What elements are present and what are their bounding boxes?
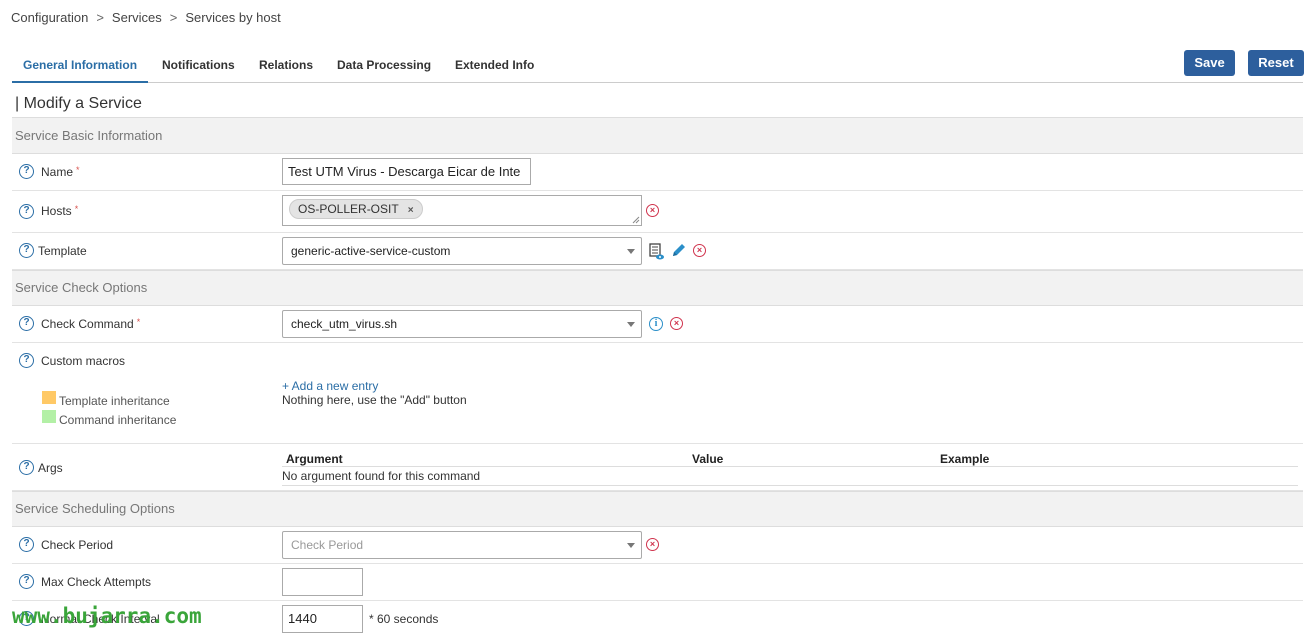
template-select[interactable]: generic-active-service-custom xyxy=(282,237,642,265)
row-args: ? Args Argument Value Example No argumen… xyxy=(12,444,1303,491)
chip-remove-icon[interactable]: × xyxy=(408,205,414,216)
chevron-down-icon xyxy=(627,543,635,548)
hosts-label: Hosts * xyxy=(41,204,79,218)
section-header-check: Service Check Options xyxy=(12,270,1303,306)
args-header-divider xyxy=(282,466,1298,467)
tab-notifications[interactable]: Notifications xyxy=(162,58,235,72)
command-inheritance-swatch xyxy=(42,410,56,423)
check-command-select-value: check_utm_virus.sh xyxy=(291,317,398,331)
row-template: ? Template generic-active-service-custom… xyxy=(12,233,1303,270)
row-check-command: ? Check Command * check_utm_virus.sh i × xyxy=(12,306,1303,343)
help-icon[interactable]: ? xyxy=(19,204,34,219)
tab-general-information[interactable]: General Information xyxy=(23,58,137,72)
custom-macros-empty-text: Nothing here, use the "Add" button xyxy=(282,393,467,407)
hosts-multiselect[interactable]: OS-POLLER-OSIT × xyxy=(282,195,642,226)
normal-check-interval-unit: * 60 seconds xyxy=(369,612,439,626)
template-inheritance-legend: Template inheritance xyxy=(59,394,170,408)
custom-macros-label: Custom macros xyxy=(41,354,126,368)
chevron-down-icon xyxy=(627,249,635,254)
args-empty-text: No argument found for this command xyxy=(282,469,481,483)
check-period-placeholder: Check Period xyxy=(291,538,364,552)
host-chip: OS-POLLER-OSIT × xyxy=(289,199,423,219)
breadcrumb: Configuration > Services > Services by host xyxy=(11,10,281,25)
section-header-basic: Service Basic Information xyxy=(12,117,1303,154)
reset-button[interactable]: Reset xyxy=(1248,50,1304,76)
help-icon[interactable]: ? xyxy=(19,316,34,331)
page-title: | Modify a Service xyxy=(15,95,142,112)
template-select-value: generic-active-service-custom xyxy=(291,244,451,258)
check-command-label: Check Command * xyxy=(41,317,141,331)
add-new-entry-link[interactable]: + Add a new entry xyxy=(282,379,378,393)
args-column-example: Example xyxy=(940,452,990,466)
template-inheritance-swatch xyxy=(42,391,56,404)
max-check-attempts-label: Max Check Attempts xyxy=(41,575,152,589)
args-label: Args xyxy=(38,461,63,475)
args-column-value: Value xyxy=(692,452,724,466)
name-label: Name * xyxy=(41,165,80,179)
template-label: Template xyxy=(38,244,87,258)
edit-pencil-icon[interactable] xyxy=(671,243,686,258)
section-header-scheduling: Service Scheduling Options xyxy=(12,491,1303,527)
breadcrumb-services[interactable]: Services xyxy=(112,10,162,25)
row-custom-macros: ? Custom macros Template inheritance Com… xyxy=(12,343,1303,444)
row-normal-check-interval: ? Normal Check Interval 1440 * 60 second… xyxy=(12,601,1303,637)
check-period-label: Check Period xyxy=(41,538,114,552)
row-hosts: ? Hosts * OS-POLLER-OSIT × × xyxy=(12,191,1303,233)
host-chip-label: OS-POLLER-OSIT xyxy=(298,202,399,216)
help-icon[interactable]: ? xyxy=(19,353,34,368)
args-bottom-divider xyxy=(282,485,1298,486)
clear-hosts-icon[interactable]: × xyxy=(646,204,659,217)
breadcrumb-separator: > xyxy=(96,10,104,25)
save-button[interactable]: Save xyxy=(1184,50,1235,76)
help-icon[interactable]: ? xyxy=(19,574,34,589)
check-command-select[interactable]: check_utm_virus.sh xyxy=(282,310,642,338)
breadcrumb-separator: > xyxy=(169,10,178,25)
breadcrumb-configuration[interactable]: Configuration xyxy=(11,10,88,25)
breadcrumb-services-by-host[interactable]: Services by host xyxy=(185,10,280,25)
resize-handle-icon[interactable] xyxy=(632,216,640,224)
help-icon[interactable]: ? xyxy=(19,243,34,258)
clear-check-period-icon[interactable]: × xyxy=(646,538,659,551)
max-check-attempts-input[interactable] xyxy=(282,568,363,596)
watermark: www.bujarra.com xyxy=(12,604,202,628)
command-inheritance-legend: Command inheritance xyxy=(59,413,177,427)
check-period-select[interactable]: Check Period xyxy=(282,531,642,559)
row-check-period: ? Check Period Check Period × xyxy=(12,527,1303,564)
info-icon[interactable]: i xyxy=(649,317,663,331)
clear-template-icon[interactable]: × xyxy=(693,244,706,257)
normal-check-interval-input[interactable]: 1440 xyxy=(282,605,363,633)
row-max-check-attempts: ? Max Check Attempts xyxy=(12,564,1303,601)
chevron-down-icon xyxy=(627,322,635,327)
help-icon[interactable]: ? xyxy=(19,460,34,475)
tab-data-processing[interactable]: Data Processing xyxy=(337,58,431,72)
row-name: ? Name * Test UTM Virus - Descarga Eicar … xyxy=(12,154,1303,191)
tab-relations[interactable]: Relations xyxy=(259,58,313,72)
clear-check-command-icon[interactable]: × xyxy=(670,317,683,330)
help-icon[interactable]: ? xyxy=(19,164,34,179)
args-column-argument: Argument xyxy=(286,452,343,466)
name-input[interactable]: Test UTM Virus - Descarga Eicar de Inte xyxy=(282,158,531,185)
tab-bar: General Information Notifications Relati… xyxy=(12,47,1303,83)
tab-extended-info[interactable]: Extended Info xyxy=(455,58,534,72)
view-template-icon[interactable] xyxy=(649,243,665,261)
active-tab-indicator xyxy=(12,81,148,83)
help-icon[interactable]: ? xyxy=(19,537,34,552)
